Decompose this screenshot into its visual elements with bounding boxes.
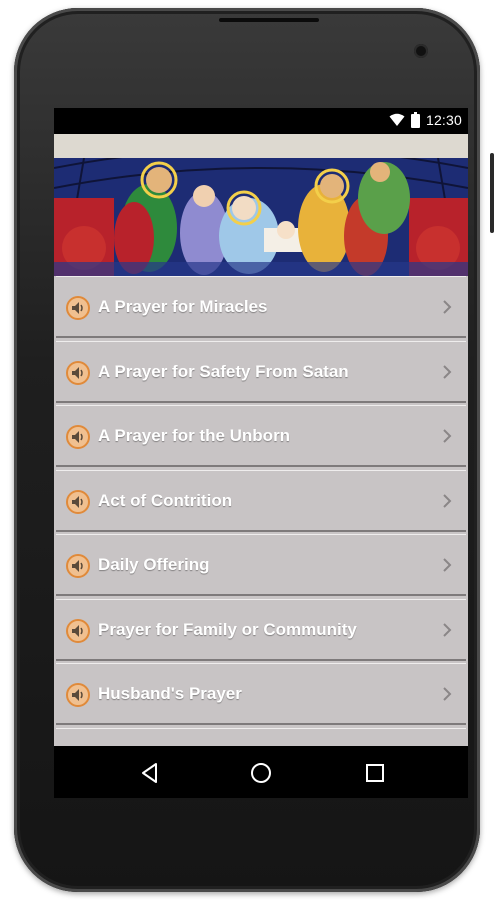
list-item[interactable]: A Prayer for Safety From Satan: [56, 340, 466, 403]
front-camera: [414, 44, 428, 58]
chevron-right-icon: [442, 363, 452, 381]
prayer-title: A Prayer for the Unborn: [98, 426, 291, 445]
list-item[interactable]: Prayer for Family or Community: [56, 598, 466, 661]
prayer-list: A Prayer for Miracles A Prayer for Safety…: [54, 276, 468, 746]
chevron-right-icon: [442, 298, 452, 316]
banner-image: [54, 158, 468, 276]
list-item[interactable]: Act of Contrition: [56, 469, 466, 532]
list-item[interactable]: A Prayer for Miracles: [56, 276, 466, 338]
wifi-icon: [389, 113, 405, 127]
home-icon[interactable]: [249, 761, 273, 785]
status-time: 12:30: [425, 112, 462, 128]
side-button[interactable]: [490, 153, 494, 233]
list-item[interactable]: Husband's Prayer: [56, 663, 466, 725]
list-item[interactable]: A Prayer for the Unborn: [56, 405, 466, 467]
speaker-icon[interactable]: [66, 425, 90, 449]
prayer-title: Daily Offering: [98, 555, 210, 574]
chevron-right-icon: [442, 621, 452, 639]
chevron-right-icon: [442, 685, 452, 703]
chevron-right-icon: [442, 492, 452, 510]
chevron-right-icon: [442, 427, 452, 445]
prayer-title: A Prayer for Safety From Satan: [98, 361, 349, 381]
prayer-title: Act of Contrition: [98, 490, 233, 510]
prayer-title: A Prayer for Miracles: [98, 297, 268, 316]
earpiece-speaker: [219, 18, 319, 22]
speaker-icon[interactable]: [66, 554, 90, 578]
prayer-title: Husband's Prayer: [98, 684, 242, 703]
phone-frame: 12:30 A Prayer for Miracles A Prayer for…: [14, 8, 494, 892]
speaker-icon[interactable]: [66, 489, 90, 514]
speaker-icon[interactable]: [66, 360, 90, 385]
action-bar: [54, 134, 468, 158]
status-bar: 12:30: [54, 108, 468, 134]
chevron-right-icon: [442, 556, 452, 574]
list-item-partial[interactable]: [56, 727, 466, 746]
stained-glass-nativity-image: [54, 158, 468, 276]
prayer-title: Prayer for Family or Community: [98, 619, 357, 639]
speaker-icon[interactable]: [66, 618, 90, 643]
back-icon[interactable]: [138, 761, 162, 785]
screen: 12:30 A Prayer for Miracles A Prayer for…: [54, 108, 468, 798]
navigation-bar: [54, 746, 468, 798]
list-item[interactable]: Daily Offering: [56, 534, 466, 596]
battery-icon: [410, 112, 420, 128]
recents-icon[interactable]: [363, 761, 387, 785]
speaker-icon[interactable]: [66, 296, 90, 320]
speaker-icon[interactable]: [66, 683, 90, 707]
